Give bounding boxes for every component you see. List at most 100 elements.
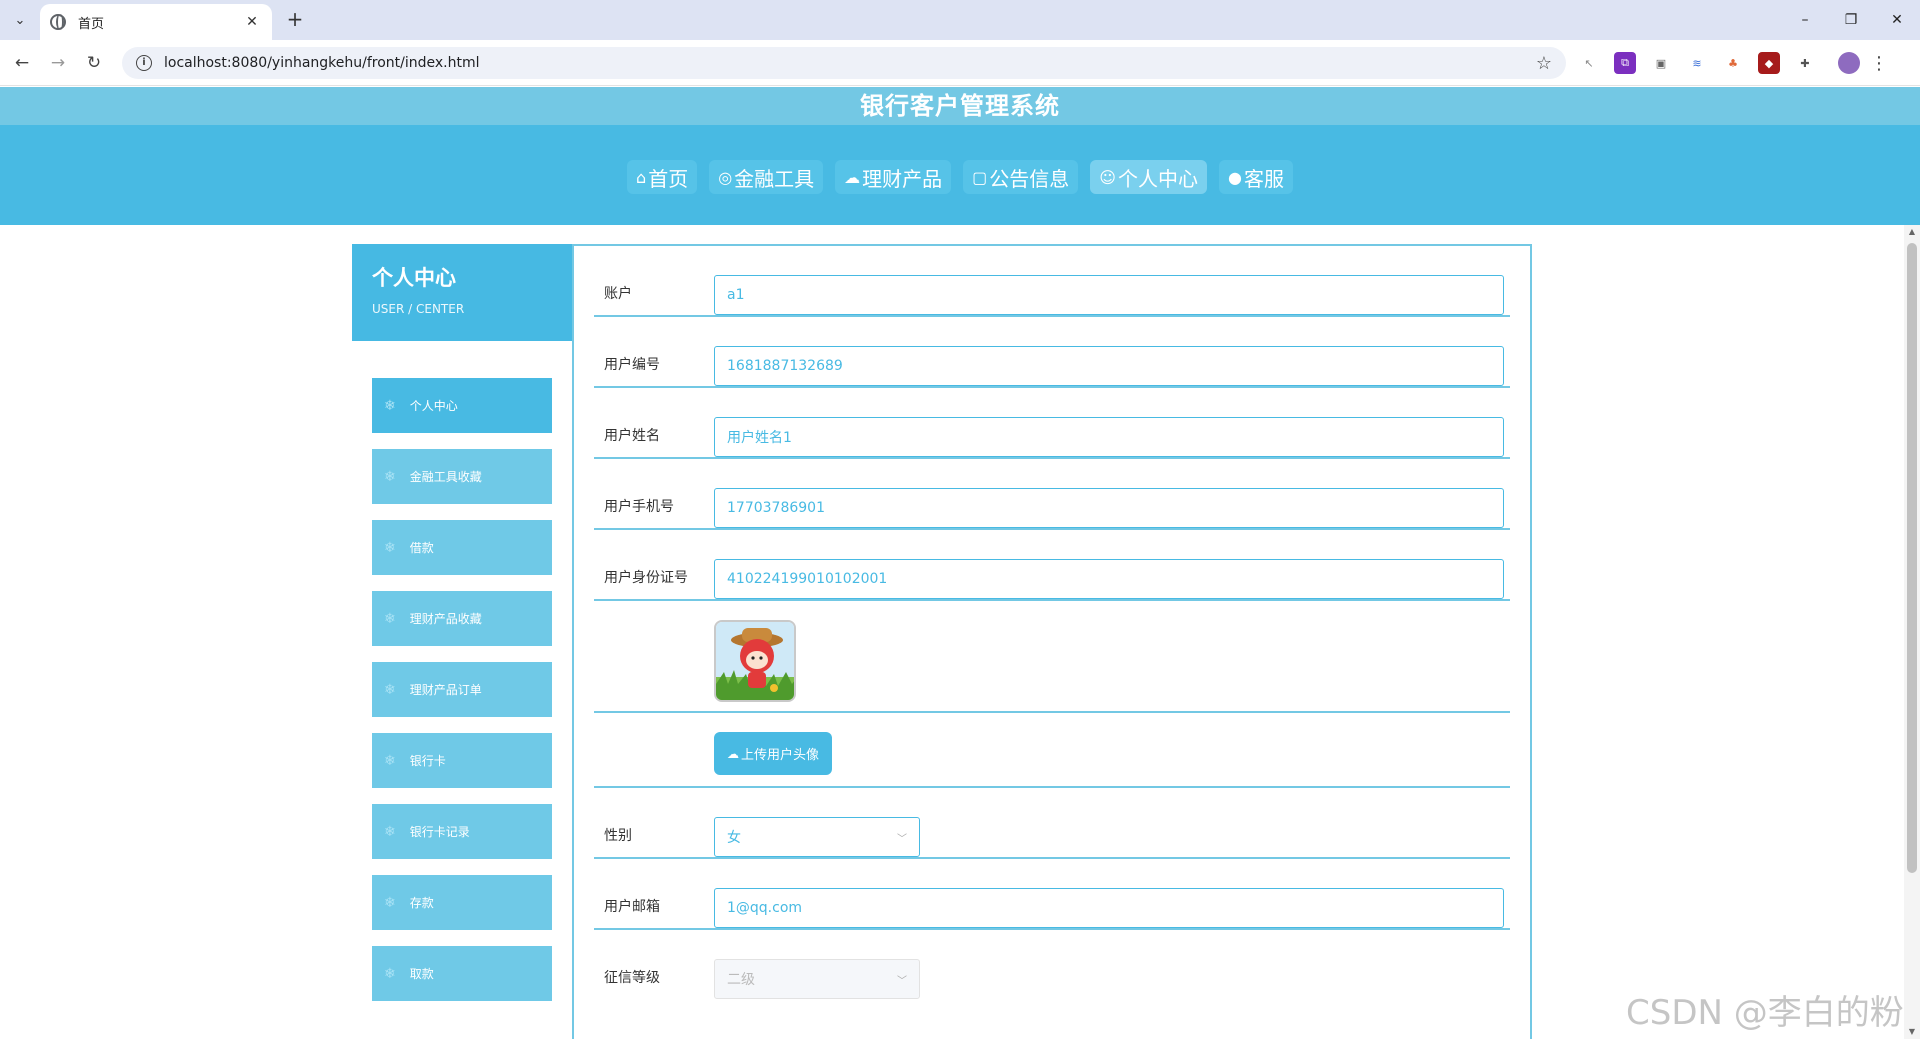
scroll-down-arrow-icon[interactable]: ▼ <box>1904 1025 1920 1039</box>
sidebar-item-bank-card[interactable]: ❄ 银行卡 <box>372 733 552 788</box>
sidebar-item-product-orders[interactable]: ❄ 理财产品订单 <box>372 662 552 717</box>
chevron-down-icon: ﹀ <box>897 975 907 987</box>
form-row-email: 用户邮箱 1@qq.com <box>594 859 1510 930</box>
sidebar-item-loan[interactable]: ❄ 借款 <box>372 520 552 575</box>
sidebar-subtitle: USER / CENTER <box>372 302 465 316</box>
form-row-gender: 性别 女 ﹀ <box>594 788 1510 859</box>
browser-tab-strip: ⌄ 首页 ✕ + – ❐ ✕ <box>0 0 1920 40</box>
name-label: 用户姓名 <box>604 428 660 444</box>
nav-customer-service[interactable]: ● 客服 <box>1218 160 1293 194</box>
snowflake-icon: ❄ <box>384 752 396 769</box>
nav-label: 个人中心 <box>1117 166 1198 191</box>
gender-value: 女 <box>727 830 741 846</box>
bookmark-star-icon[interactable]: ☆ <box>1536 53 1552 74</box>
tab-list-chevron-icon[interactable]: ⌄ <box>8 8 32 32</box>
sidebar-item-tool-favorites[interactable]: ❄ 金融工具收藏 <box>372 449 552 504</box>
tab-title: 首页 <box>78 16 105 32</box>
extension-tree-icon[interactable]: ♣ <box>1722 52 1744 74</box>
extension-shield-icon[interactable]: ◆ <box>1758 52 1780 74</box>
extension-cursor-icon[interactable]: ↖ <box>1578 52 1600 74</box>
snowflake-icon: ❄ <box>384 965 396 982</box>
nav-announcements[interactable]: ▢ 公告信息 <box>963 160 1079 194</box>
new-tab-button[interactable]: + <box>282 8 308 32</box>
url-text[interactable]: localhost:8080/yinhangkehu/front/index.h… <box>164 55 1536 71</box>
home-icon: ⌂ <box>636 167 647 187</box>
browser-menu-icon[interactable]: ⋮ <box>1870 53 1888 74</box>
user-no-input[interactable]: 1681887132689 <box>714 346 1504 386</box>
profile-avatar[interactable] <box>1838 52 1860 74</box>
form-row-avatar <box>594 601 1510 713</box>
upload-label-spacer <box>594 732 714 740</box>
name-input[interactable]: 用户姓名1 <box>714 417 1504 457</box>
user-no-label: 用户编号 <box>604 357 660 373</box>
main-navbar: ⌂ 首页 ◎ 金融工具 ☁ 理财产品 ▢ 公告信息 ☺ 个人中心 ● 客服 <box>0 125 1920 225</box>
nav-label: 金融工具 <box>734 166 815 191</box>
sidebar-item-label: 取款 <box>409 967 434 981</box>
email-label: 用户邮箱 <box>604 899 660 915</box>
phone-input[interactable]: 17703786901 <box>714 488 1504 528</box>
nav-label: 公告信息 <box>989 166 1070 191</box>
snowflake-icon: ❄ <box>384 539 396 556</box>
sidebar-item-withdraw[interactable]: ❄ 取款 <box>372 946 552 1001</box>
cloud-upload-icon: ☁ <box>726 746 739 761</box>
gender-label: 性别 <box>604 828 632 844</box>
sidebar-item-product-favorites[interactable]: ❄ 理财产品收藏 <box>372 591 552 646</box>
window-controls: – ❐ ✕ <box>1782 0 1920 40</box>
nav-label: 首页 <box>648 166 689 191</box>
main-content: 个人中心 USER / CENTER ❄ 个人中心 ❄ 金融工具收藏 ❄ 借款 ❄ 理财… <box>352 244 1532 1039</box>
nav-financial-tools[interactable]: ◎ 金融工具 <box>709 160 824 194</box>
extensions-puzzle-icon[interactable]: ✚ <box>1794 52 1816 74</box>
sidebar-item-bank-card-records[interactable]: ❄ 银行卡记录 <box>372 804 552 859</box>
sidebar-title: 个人中心 <box>372 266 456 290</box>
email-input[interactable]: 1@qq.com <box>714 888 1504 928</box>
nav-home[interactable]: ⌂ 首页 <box>627 160 698 194</box>
upload-button-label: 上传用户头像 <box>740 748 819 763</box>
upload-avatar-button[interactable]: ☁ 上传用户头像 <box>714 732 832 775</box>
site-info-icon[interactable]: i <box>136 55 152 71</box>
page-scrollbar[interactable]: ▲ ▼ <box>1904 225 1920 1039</box>
site-title-bar: 银行客户管理系统 <box>0 87 1920 125</box>
extension-gamepad-icon[interactable]: ▣ <box>1650 52 1672 74</box>
notice-icon: ▢ <box>972 167 988 187</box>
minimize-button[interactable]: – <box>1782 0 1828 40</box>
reload-icon[interactable]: ↻ <box>80 49 108 77</box>
avatar[interactable] <box>714 620 796 702</box>
sidebar-item-personal-center[interactable]: ❄ 个人中心 <box>372 378 552 433</box>
close-window-button[interactable]: ✕ <box>1874 0 1920 40</box>
sidebar-item-label: 借款 <box>409 541 434 555</box>
address-bar[interactable]: i localhost:8080/yinhangkehu/front/index… <box>122 47 1566 79</box>
sidebar-item-label: 银行卡 <box>409 754 446 768</box>
idcard-label: 用户身份证号 <box>604 570 688 586</box>
extension-layers-icon[interactable]: ≋ <box>1686 52 1708 74</box>
snowflake-icon: ❄ <box>384 894 396 911</box>
nav-label: 客服 <box>1243 166 1284 191</box>
extension-purple-icon[interactable]: ⧉ <box>1614 52 1636 74</box>
nav-personal-center[interactable]: ☺ 个人中心 <box>1090 160 1207 194</box>
restore-button[interactable]: ❐ <box>1828 0 1874 40</box>
form-row-user-no: 用户编号 1681887132689 <box>594 317 1510 388</box>
gender-select[interactable]: 女 ﹀ <box>714 817 920 857</box>
form-row-account: 账户 a1 <box>594 246 1510 317</box>
idcard-input[interactable]: 410224199010102001 <box>714 559 1504 599</box>
forward-arrow-icon[interactable]: → <box>44 49 72 77</box>
user-icon: ☺ <box>1099 167 1116 187</box>
tab-close-icon[interactable]: ✕ <box>242 14 262 30</box>
scroll-up-arrow-icon[interactable]: ▲ <box>1904 225 1920 239</box>
snowflake-icon: ❄ <box>384 610 396 627</box>
chevron-down-icon: ﹀ <box>897 833 907 845</box>
account-input[interactable]: a1 <box>714 275 1504 315</box>
scrollbar-thumb[interactable] <box>1907 243 1917 873</box>
nav-wealth-products[interactable]: ☁ 理财产品 <box>835 160 952 194</box>
globe-icon <box>50 14 66 30</box>
extensions-area: ↖ ⧉ ▣ ≋ ♣ ◆ ✚ ⋮ <box>1578 52 1888 74</box>
sidebar-item-deposit[interactable]: ❄ 存款 <box>372 875 552 930</box>
sidebar-item-label: 存款 <box>409 896 434 910</box>
browser-tab[interactable]: 首页 ✕ <box>40 4 272 40</box>
back-arrow-icon[interactable]: ← <box>8 49 36 77</box>
sidebar-item-label: 银行卡记录 <box>409 825 470 839</box>
page-viewport: 银行客户管理系统 ⌂ 首页 ◎ 金融工具 ☁ 理财产品 ▢ 公告信息 ☺ 个人中心 ● 客服… <box>0 87 1920 1039</box>
avatar-image <box>716 622 794 700</box>
nav-label: 理财产品 <box>862 166 943 191</box>
sidebar-item-label: 理财产品订单 <box>409 683 482 697</box>
account-label: 账户 <box>604 286 632 302</box>
